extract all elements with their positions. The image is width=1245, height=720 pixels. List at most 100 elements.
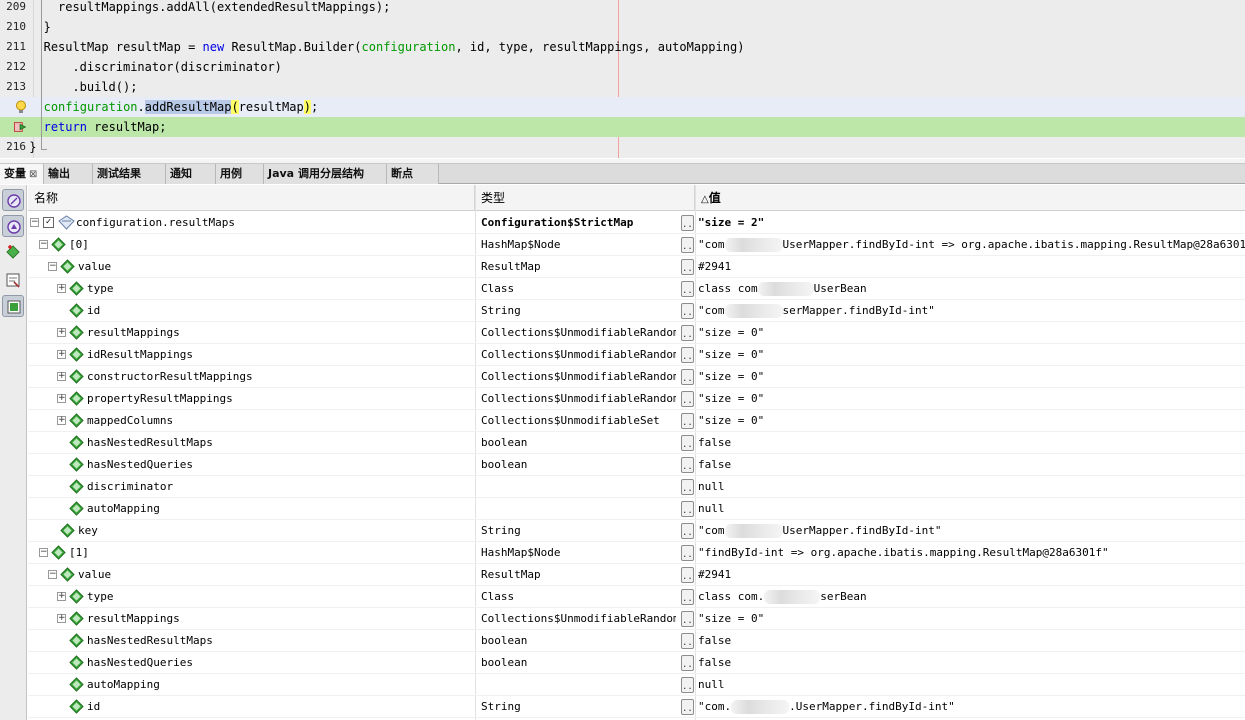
value-cell[interactable]: #2941 [698,256,1245,278]
expand-icon[interactable]: + [57,328,66,337]
watch-toggle-button[interactable] [2,189,24,211]
value-cell[interactable]: #2941 [698,564,1245,586]
table-row[interactable]: hasNestedQueries boolean... false [28,454,1245,476]
hint-bulb-icon[interactable] [14,100,28,114]
edit-value-button[interactable]: ... [681,457,694,473]
value-cell[interactable]: "size = 2" [698,212,1245,234]
column-header-type[interactable]: 类型 [475,185,695,211]
edit-value-button[interactable]: ... [681,215,694,231]
evaluate-expression-button[interactable] [2,269,24,291]
expand-icon[interactable]: + [57,614,66,623]
expand-icon[interactable]: + [57,394,66,403]
value-cell[interactable]: null [698,674,1245,696]
code-line[interactable]: configuration.addResultMap(resultMap); [0,97,1245,117]
collapse-icon[interactable]: − [39,548,48,557]
value-cell[interactable]: class com UserBean [698,278,1245,300]
value-cell[interactable]: "com. .UserMapper.findById-int" [698,696,1245,718]
table-row[interactable]: hasNestedResultMaps boolean... false [28,432,1245,454]
code-text[interactable]: return resultMap; [44,117,167,137]
value-cell[interactable]: false [698,432,1245,454]
table-row[interactable]: + propertyResultMappings Collections$Unmod… [28,388,1245,410]
edit-value-button[interactable]: ... [681,435,694,451]
column-header-name[interactable]: 名称 [28,185,475,211]
value-cell[interactable]: "com UserMapper.findById-int => org.apach… [698,234,1245,256]
table-row[interactable]: − value ResultMap... #2941 [28,564,1245,586]
table-row[interactable]: key String... "com UserMapper.findById-int" [28,520,1245,542]
code-line[interactable]: 209 resultMappings.addAll(extendedResultM… [0,0,1245,17]
edit-value-button[interactable]: ... [681,677,694,693]
expand-icon[interactable]: + [57,284,66,293]
table-row[interactable]: + type Class... class com. serBean [28,586,1245,608]
edit-value-button[interactable]: ... [681,699,694,715]
value-cell[interactable]: null [698,476,1245,498]
edit-value-button[interactable]: ... [681,633,694,649]
edit-value-button[interactable]: ... [681,325,694,341]
table-row[interactable]: + idResultMappings Collections$Unmodifiabl… [28,344,1245,366]
show-values-button[interactable] [2,295,24,317]
value-cell[interactable]: class com. serBean [698,586,1245,608]
code-text[interactable]: configuration.addResultMap(resultMap); [44,97,318,117]
value-cell[interactable]: "com serMapper.findById-int" [698,300,1245,322]
edit-value-button[interactable]: ... [681,501,694,517]
code-editor[interactable]: 209 resultMappings.addAll(extendedResultM… [0,0,1245,158]
code-line[interactable]: 216} [0,137,1245,157]
table-row[interactable]: − ✓ configuration.resultMaps Configuration$… [28,212,1245,234]
table-row[interactable]: + mappedColumns Collections$UnmodifiableSe… [28,410,1245,432]
collapse-icon[interactable]: − [39,240,48,249]
watch-enabled-checkbox[interactable]: ✓ [43,217,54,228]
tab-1[interactable]: 变量 ⊠ [0,164,44,184]
edit-value-button[interactable]: ... [681,589,694,605]
code-line[interactable]: 213 .build(); [0,77,1245,97]
table-row[interactable]: id String... "com. .UserMapper.findById-int… [28,696,1245,718]
value-cell[interactable]: false [698,454,1245,476]
code-text[interactable]: resultMappings.addAll(extendedResultMapp… [58,0,390,17]
collapse-icon[interactable]: − [30,218,39,227]
value-cell[interactable]: "size = 0" [698,608,1245,630]
edit-value-button[interactable]: ... [681,391,694,407]
tab-7[interactable]: 断点 [387,164,439,184]
tab-4[interactable]: 通知 [166,164,216,184]
code-text[interactable]: } [29,137,36,157]
expand-icon[interactable]: + [57,372,66,381]
static-toggle-button[interactable] [2,215,24,237]
expand-icon[interactable]: + [57,416,66,425]
code-text[interactable]: .discriminator(discriminator) [72,57,282,77]
table-row[interactable]: + resultMappings Collections$UnmodifiableR… [28,608,1245,630]
code-text[interactable]: } [44,17,51,37]
table-row[interactable]: hasNestedResultMaps boolean... false [28,630,1245,652]
code-text[interactable]: ResultMap resultMap = new ResultMap.Buil… [44,37,745,57]
table-row[interactable]: − [0] HashMap$Node... "com UserMapper.findBy… [28,234,1245,256]
code-line[interactable]: 210} [0,17,1245,37]
value-cell[interactable]: false [698,630,1245,652]
code-line[interactable]: return resultMap; [0,117,1245,137]
value-cell[interactable]: null [698,498,1245,520]
value-cell[interactable]: "size = 0" [698,366,1245,388]
tab-6[interactable]: Java 调用分层结构 [264,164,387,184]
edit-value-button[interactable]: ... [681,281,694,297]
column-header-value[interactable]: △值 [695,185,1245,211]
edit-value-button[interactable]: ... [681,479,694,495]
code-line[interactable]: 212 .discriminator(discriminator) [0,57,1245,77]
expand-icon[interactable]: + [57,592,66,601]
close-icon[interactable]: ⊠ [29,169,37,180]
value-cell[interactable]: "findById-int => org.apache.ibatis.mappi… [698,542,1245,564]
table-row[interactable]: id String... "com serMapper.findById-int" [28,300,1245,322]
collapse-icon[interactable]: − [48,570,57,579]
table-row[interactable]: + constructorResultMappings Collections$Un… [28,366,1245,388]
table-row[interactable]: autoMapping... null [28,674,1245,696]
new-watch-button[interactable] [2,241,24,263]
edit-value-button[interactable]: ... [681,259,694,275]
value-cell[interactable]: "size = 0" [698,388,1245,410]
edit-value-button[interactable]: ... [681,567,694,583]
edit-value-button[interactable]: ... [681,303,694,319]
value-cell[interactable]: "size = 0" [698,322,1245,344]
tab-5[interactable]: 用例 [216,164,264,184]
table-row[interactable]: discriminator... null [28,476,1245,498]
value-cell[interactable]: "size = 0" [698,344,1245,366]
expand-icon[interactable]: + [57,350,66,359]
table-row[interactable]: hasNestedQueries boolean... false [28,652,1245,674]
edit-value-button[interactable]: ... [681,413,694,429]
tab-2[interactable]: 输出 [44,164,93,184]
edit-value-button[interactable]: ... [681,545,694,561]
table-row[interactable]: − value ResultMap... #2941 [28,256,1245,278]
